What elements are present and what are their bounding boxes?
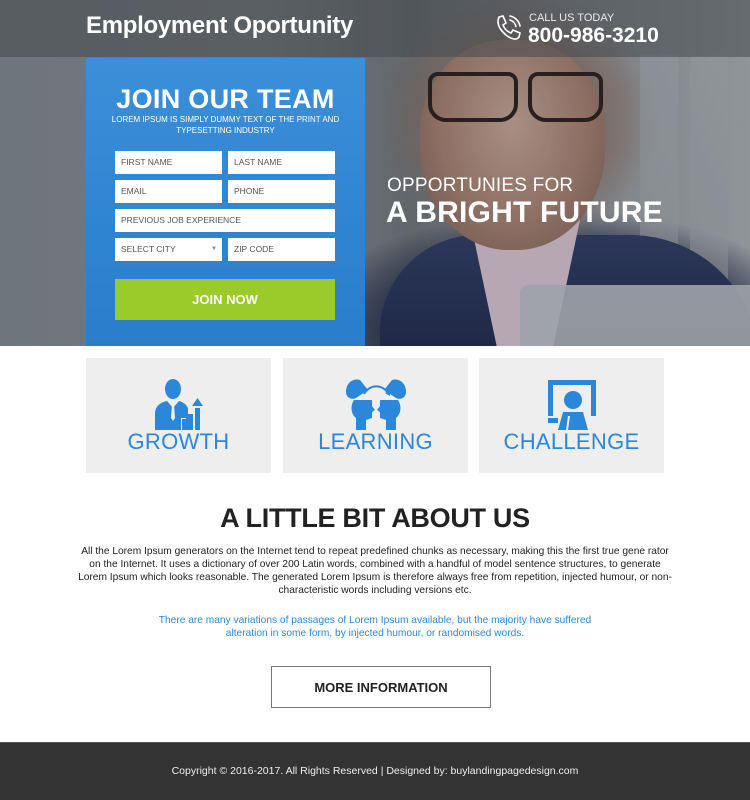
city-select[interactable]: SELECT CITY ▼ <box>115 238 222 261</box>
experience-input[interactable] <box>115 209 335 232</box>
phone-input[interactable] <box>228 180 335 203</box>
join-now-button[interactable]: JOIN NOW <box>115 279 335 320</box>
top-bar: Employment Oportunity CALL US TODAY 800-… <box>0 0 750 57</box>
businessman-growth-icon <box>154 379 203 430</box>
more-information-button[interactable]: MORE INFORMATION <box>271 666 491 708</box>
about-highlight-text: There are many variations of passages of… <box>158 615 592 639</box>
about-body-text: All the Lorem Ipsum generators on the In… <box>78 546 672 596</box>
phone-number[interactable]: 800-986-3210 <box>528 24 659 48</box>
zip-code-input[interactable] <box>228 238 335 261</box>
presenter-screen-icon <box>547 380 596 430</box>
last-name-input[interactable] <box>228 151 335 174</box>
phone-icon <box>497 15 521 40</box>
feature-label: LEARNING <box>318 429 433 454</box>
hero-tagline-line1: OPPORTUNIES FOR <box>387 175 574 196</box>
hero-tagline-line2: A BRIGHT FUTURE <box>386 196 663 229</box>
site-title: Employment Oportunity <box>86 12 354 39</box>
about-title: A LITTLE BIT ABOUT US <box>220 503 530 533</box>
footer-copyright: Copyright © 2016-2017. All Rights Reserv… <box>171 765 579 777</box>
feature-card-challenge: CHALLENGE <box>479 358 664 473</box>
feature-label: GROWTH <box>127 429 230 454</box>
city-select-value: SELECT CITY <box>121 244 176 254</box>
feature-label: CHALLENGE <box>503 429 640 454</box>
feature-card-growth: GROWTH <box>86 358 271 473</box>
form-subtitle: LOREM IPSUM IS SIMPLY DUMMY TEXT OF THE … <box>111 115 340 135</box>
first-name-input[interactable] <box>115 151 222 174</box>
feature-card-learning: LEARNING <box>283 358 468 473</box>
join-form: JOIN OUR TEAM LOREM IPSUM IS SIMPLY DUMM… <box>86 58 365 346</box>
email-input[interactable] <box>115 180 222 203</box>
call-us-label: CALL US TODAY <box>529 12 615 24</box>
form-title: JOIN OUR TEAM <box>116 84 335 114</box>
heads-exchange-icon <box>345 379 406 430</box>
caret-down-icon: ▼ <box>211 246 217 252</box>
footer: Copyright © 2016-2017. All Rights Reserv… <box>0 742 750 800</box>
